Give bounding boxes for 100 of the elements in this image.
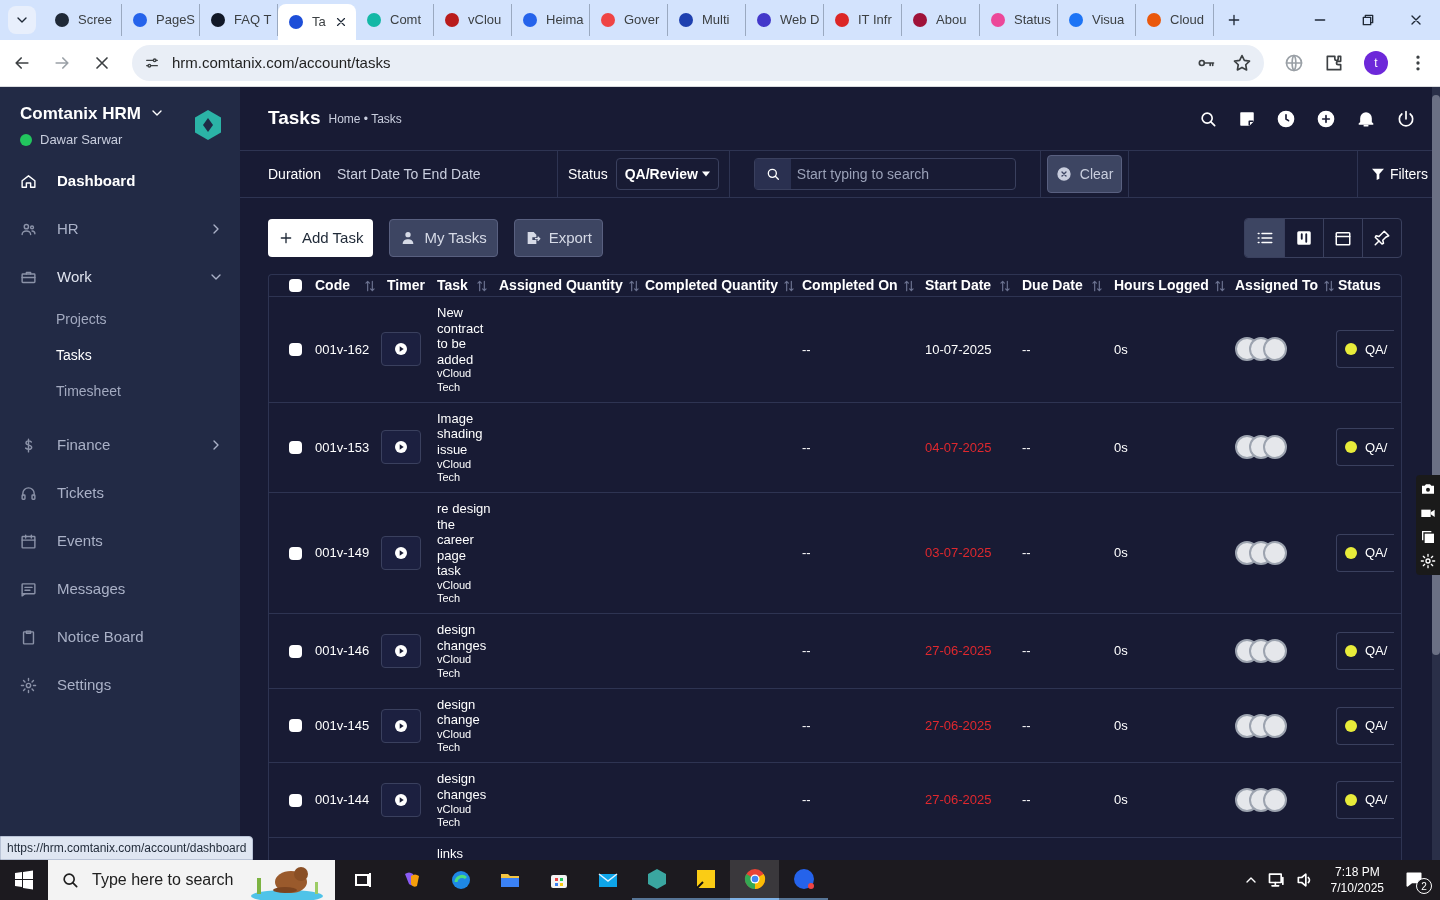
column-header[interactable]: Completed On [802,275,898,296]
tab-search-button[interactable] [8,6,36,34]
status-badge[interactable]: QA/ [1336,781,1394,820]
row-checkbox[interactable] [289,793,302,807]
start-icon[interactable] [14,870,34,890]
sort-icon[interactable] [626,278,641,293]
profile-avatar[interactable]: t [1364,51,1388,75]
task-name[interactable]: Image shading issue [437,410,493,458]
column-header[interactable]: Completed Quantity [645,275,778,296]
row-checkbox[interactable] [289,644,302,658]
video-meeting-icon[interactable] [791,867,816,891]
sort-icon[interactable] [475,278,489,293]
status-dropdown[interactable]: QA/Review [615,158,719,190]
browser-tab[interactable]: Heima [512,4,590,36]
clear-button[interactable]: Clear [1046,155,1123,193]
sub-nav-item[interactable]: Tasks [0,337,240,373]
browser-tab[interactable]: IT Infr [824,4,902,36]
sort-icon[interactable] [782,278,796,293]
clock[interactable]: 7:18 PM 7/10/2025 [1330,863,1384,897]
sort-icon[interactable] [1321,278,1336,293]
task-name[interactable]: design changes [437,622,493,654]
add-task-button[interactable]: Add Task [268,219,374,257]
browser-tab[interactable]: Web D [746,4,824,36]
nav-item[interactable]: Settings [0,661,240,709]
date-range-field[interactable]: Start Date To End Date [336,163,481,185]
sub-nav-item[interactable]: Timesheet [0,373,240,409]
my-tasks-button[interactable]: My Tasks [389,219,498,257]
sort-icon[interactable] [901,278,916,293]
column-header[interactable]: Code [315,275,350,296]
column-header[interactable]: Status [1338,275,1381,296]
select-all-checkbox[interactable] [289,279,302,292]
new-tab-icon[interactable] [1226,12,1242,28]
network-icon[interactable] [1266,870,1287,890]
nav-item[interactable]: Events [0,517,240,565]
filters-button[interactable]: Filters [1369,163,1428,185]
timer-button[interactable] [381,634,421,669]
nav-item[interactable]: Tickets [0,469,240,517]
brand-menu[interactable]: Comtanix HRM [20,100,165,126]
search-field[interactable]: Start typing to search [753,158,1016,190]
taskbar-search-field[interactable]: Type here to search [48,860,335,900]
task-name[interactable]: links [437,845,463,860]
browser-tab[interactable]: Status [980,4,1058,36]
row-checkbox[interactable] [289,719,302,733]
timer-button[interactable] [381,708,421,743]
row-checkbox[interactable] [289,342,302,356]
status-badge[interactable]: QA/ [1336,632,1394,671]
task-name[interactable]: New contract to be added [437,305,493,368]
address-bar[interactable]: hrm.comtanix.com/account/tasks [132,45,1264,81]
task-name[interactable]: re design the career page task [437,500,493,579]
star-icon[interactable] [1232,53,1252,73]
browser-tab[interactable]: Comt [356,4,434,36]
search-input[interactable]: Start typing to search [790,159,1015,189]
browser-tab[interactable]: Visua [1058,4,1136,36]
browser-tab[interactable]: Multi [668,4,746,36]
nav-item[interactable]: Messages [0,565,240,613]
browser-tab[interactable]: Abou [902,4,980,36]
status-badge[interactable]: QA/ [1336,428,1394,467]
browser-tab[interactable]: Gover [590,4,668,36]
globe-icon[interactable] [1284,53,1304,73]
timer-button[interactable] [381,536,421,571]
settings-icon[interactable] [1420,553,1436,569]
browser-tab[interactable]: vClou [434,4,512,36]
nav-item[interactable]: Dashboard [0,157,240,205]
column-header[interactable]: Start Date [925,275,992,296]
nav-item[interactable]: HR [0,205,240,253]
column-header[interactable]: Assigned To [1235,275,1318,296]
status-badge[interactable]: QA/ [1336,330,1394,369]
status-badge[interactable]: QA/ [1336,706,1394,745]
extensions-icon[interactable] [1324,53,1344,73]
sort-icon[interactable] [1090,278,1104,293]
browser-tab[interactable]: PageS [122,4,200,36]
timer-button[interactable] [381,332,421,367]
column-header[interactable]: Task [437,275,468,296]
power-icon[interactable] [1396,108,1416,129]
column-header[interactable]: Due Date [1022,275,1083,296]
column-header[interactable]: Hours Logged [1114,275,1209,296]
camera-icon[interactable] [1420,481,1436,497]
task-name[interactable]: design changes [437,771,493,803]
timer-button[interactable] [381,430,421,465]
status-badge[interactable]: QA/ [1336,534,1394,573]
task-name[interactable]: design change [437,696,493,728]
browser-tab[interactable]: Scree [44,4,122,36]
column-header[interactable]: Timer [387,275,425,296]
site-settings-icon[interactable] [144,55,160,71]
nav-item[interactable]: Notice Board [0,613,240,661]
list-view-toggle[interactable] [1245,219,1284,257]
export-button[interactable]: Export [513,219,604,257]
column-header[interactable]: Assigned Quantity [499,275,623,296]
note-icon[interactable] [1238,109,1256,128]
row-checkbox[interactable] [289,440,302,454]
clock-icon[interactable] [1276,108,1296,129]
nav-item[interactable]: Work [0,253,240,301]
sort-icon[interactable] [1212,278,1227,293]
row-checkbox[interactable] [289,546,302,560]
copy-icon[interactable] [1420,529,1436,545]
sort-icon[interactable] [998,278,1012,293]
timer-button[interactable] [381,783,421,818]
restore-icon[interactable] [1360,12,1376,28]
browser-tab[interactable]: Ta [278,4,356,40]
add-circle-icon[interactable] [1316,108,1336,129]
